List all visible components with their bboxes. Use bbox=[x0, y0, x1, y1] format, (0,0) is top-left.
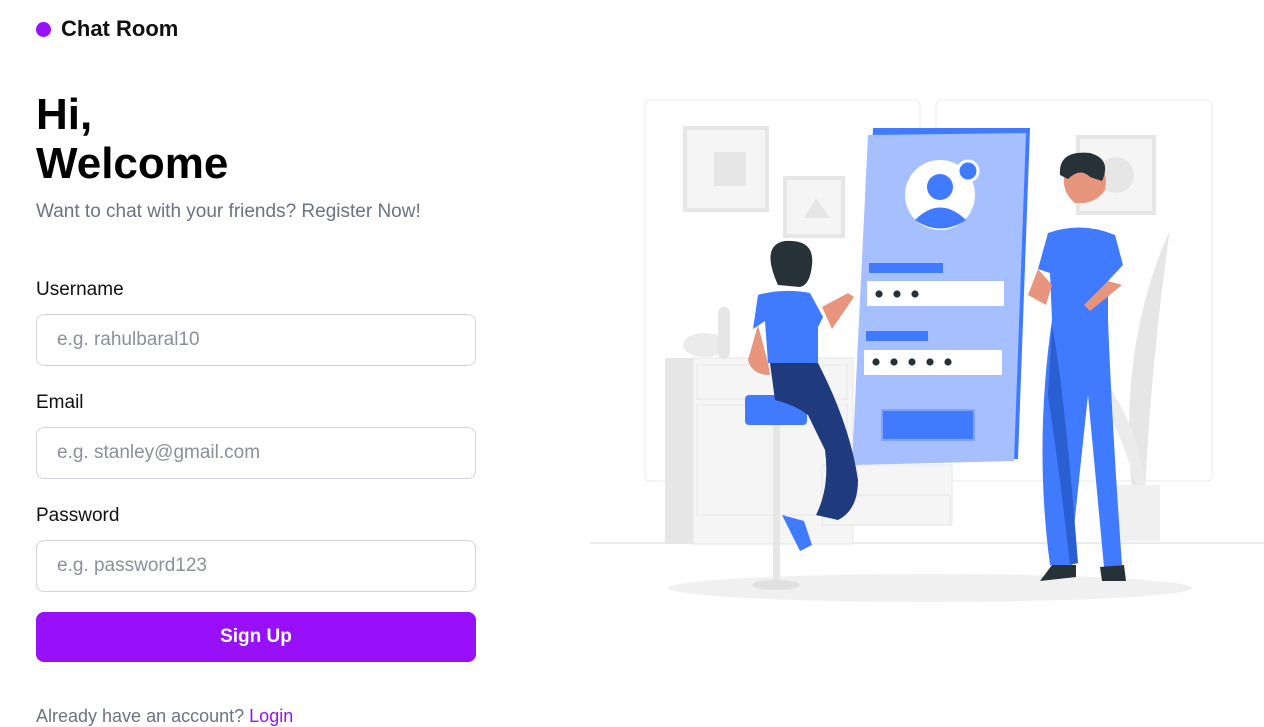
login-illustration bbox=[590, 95, 1264, 610]
password-input[interactable] bbox=[36, 540, 476, 592]
email-label: Email bbox=[36, 392, 84, 413]
login-prompt: Already have an account? Login bbox=[36, 706, 476, 727]
brand-dot-icon bbox=[36, 21, 51, 37]
subtitle: Want to chat with your friends? Register… bbox=[36, 201, 421, 222]
login-link[interactable]: Login bbox=[249, 706, 293, 726]
brand-name: Chat Room bbox=[61, 16, 179, 41]
login-prompt-text: Already have an account? bbox=[36, 706, 245, 726]
brand: Chat Room bbox=[36, 16, 178, 42]
greeting-line-2: Welcome bbox=[36, 139, 229, 188]
login-illustration-image bbox=[590, 99, 1264, 602]
sign-up-button[interactable]: Sign Up bbox=[36, 612, 476, 662]
signup-form: Username Email Password Sign Up bbox=[36, 279, 476, 662]
greeting-line-1: Hi, bbox=[36, 90, 93, 139]
greeting: Hi, Welcome bbox=[36, 90, 476, 188]
email-input[interactable] bbox=[36, 427, 476, 479]
password-label: Password bbox=[36, 505, 120, 526]
username-label: Username bbox=[36, 279, 124, 300]
username-input[interactable] bbox=[36, 314, 476, 366]
signup-panel: Hi, Welcome Want to chat with your frien… bbox=[36, 90, 476, 727]
